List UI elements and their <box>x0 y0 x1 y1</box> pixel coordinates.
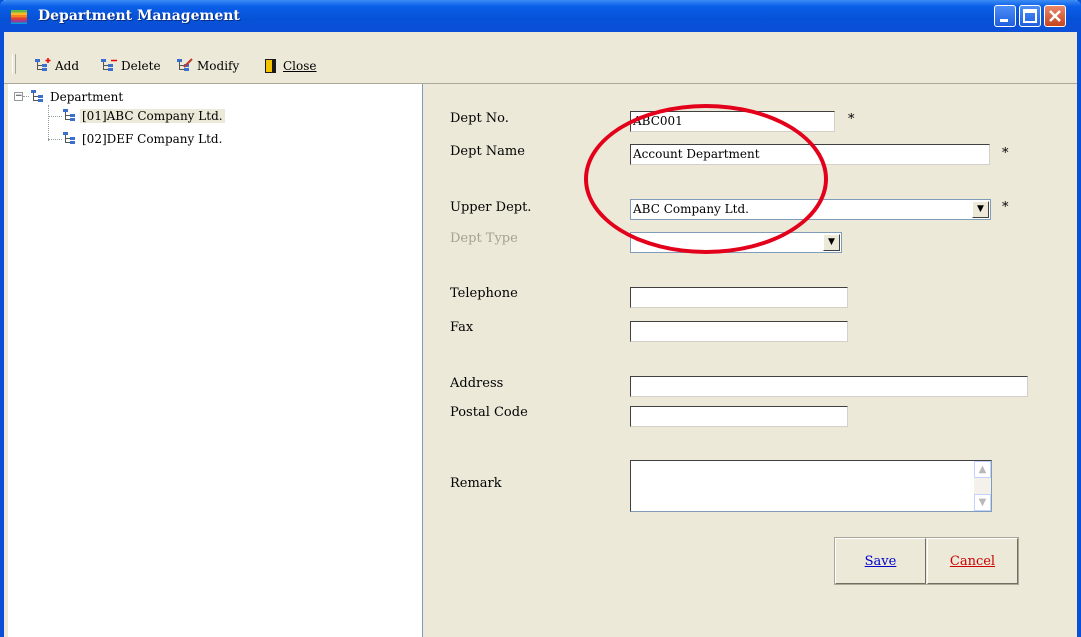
postal-code-input[interactable] <box>630 406 848 427</box>
fax-input[interactable] <box>630 321 848 342</box>
upper-dept-label: Upper Dept. <box>450 200 532 215</box>
department-management-window: Department Management Add Delete Modify … <box>0 0 1081 637</box>
close-window-button[interactable] <box>1044 5 1066 27</box>
department-tree[interactable]: − Department [01]ABC Company Ltd. [02]DE… <box>8 84 423 637</box>
tree-item-department[interactable]: Department <box>30 89 125 105</box>
upper-dept-value: ABC Company Ltd. <box>633 202 749 216</box>
dept-no-label: Dept No. <box>450 111 509 126</box>
modify-button[interactable]: Modify <box>176 56 239 76</box>
org-chart-icon <box>31 90 43 102</box>
toolbar-grip[interactable] <box>12 54 16 74</box>
window-title: Department Management <box>38 8 240 24</box>
tree-item-def-company[interactable]: [02]DEF Company Ltd. <box>62 131 224 147</box>
maximize-icon <box>1023 9 1037 23</box>
tree-item-abc-company[interactable]: [01]ABC Company Ltd. <box>62 108 225 124</box>
add-label: Add <box>55 59 80 73</box>
dept-name-label: Dept Name <box>450 144 525 159</box>
dept-type-select[interactable]: ▼ <box>630 232 842 253</box>
tree-connector <box>48 139 62 140</box>
delete-button[interactable]: Delete <box>100 56 161 76</box>
close-label: Close <box>283 59 317 73</box>
remark-textarea[interactable]: ▲ ▼ <box>630 460 992 512</box>
save-button[interactable]: Save <box>835 538 926 584</box>
delete-label: Delete <box>121 59 161 73</box>
org-chart-icon <box>63 109 75 121</box>
modify-department-icon <box>177 58 193 71</box>
cancel-label: Cancel <box>949 554 996 569</box>
exit-door-icon <box>265 59 276 73</box>
tree-item-label: [01]ABC Company Ltd. <box>80 109 225 123</box>
add-button[interactable]: Add <box>34 56 79 76</box>
apple-icon <box>11 10 27 24</box>
fax-label: Fax <box>450 320 474 335</box>
tree-item-label: [02]DEF Company Ltd. <box>82 132 223 146</box>
close-icon <box>1049 10 1061 22</box>
modify-label: Modify <box>197 59 240 73</box>
dept-no-input[interactable]: ABC001 <box>630 111 835 132</box>
scroll-up-icon[interactable]: ▲ <box>974 461 991 478</box>
title-bar[interactable]: Department Management <box>0 0 1081 32</box>
telephone-label: Telephone <box>450 286 518 301</box>
scroll-down-icon[interactable]: ▼ <box>974 494 991 511</box>
tree-connector <box>23 96 29 97</box>
required-mark: * <box>1002 200 1009 215</box>
dept-type-label: Dept Type <box>450 231 518 246</box>
delete-department-icon <box>101 59 117 71</box>
address-label: Address <box>450 376 504 391</box>
minimize-button[interactable] <box>994 5 1016 27</box>
tree-collapse-toggle[interactable]: − <box>14 92 23 101</box>
department-form: Dept No. ABC001 * Dept Name Account Depa… <box>424 84 1077 637</box>
remark-scrollbar[interactable]: ▲ ▼ <box>974 461 991 511</box>
minimize-icon <box>1000 19 1008 22</box>
required-mark: * <box>848 112 855 127</box>
tree-connector <box>48 105 49 141</box>
tree-item-label: Department <box>50 90 124 104</box>
dropdown-arrow-icon[interactable]: ▼ <box>823 234 840 251</box>
dropdown-arrow-icon[interactable]: ▼ <box>972 201 989 218</box>
remark-label: Remark <box>450 476 502 491</box>
close-button[interactable]: Close <box>262 56 317 76</box>
upper-dept-select[interactable]: ABC Company Ltd. ▼ <box>630 199 991 220</box>
add-department-icon <box>35 58 51 71</box>
maximize-button[interactable] <box>1019 5 1041 27</box>
org-chart-icon <box>63 132 75 144</box>
action-buttons-panel: Save Cancel <box>834 537 1019 585</box>
toolbar: Add Delete Modify Close <box>4 32 1077 84</box>
address-input[interactable] <box>630 376 1028 397</box>
save-label: Save <box>864 554 897 569</box>
tree-connector <box>48 116 62 117</box>
cancel-button[interactable]: Cancel <box>927 538 1018 584</box>
telephone-input[interactable] <box>630 287 848 308</box>
postal-code-label: Postal Code <box>450 405 528 420</box>
required-mark: * <box>1002 146 1009 161</box>
dept-name-input[interactable]: Account Department <box>630 144 990 165</box>
